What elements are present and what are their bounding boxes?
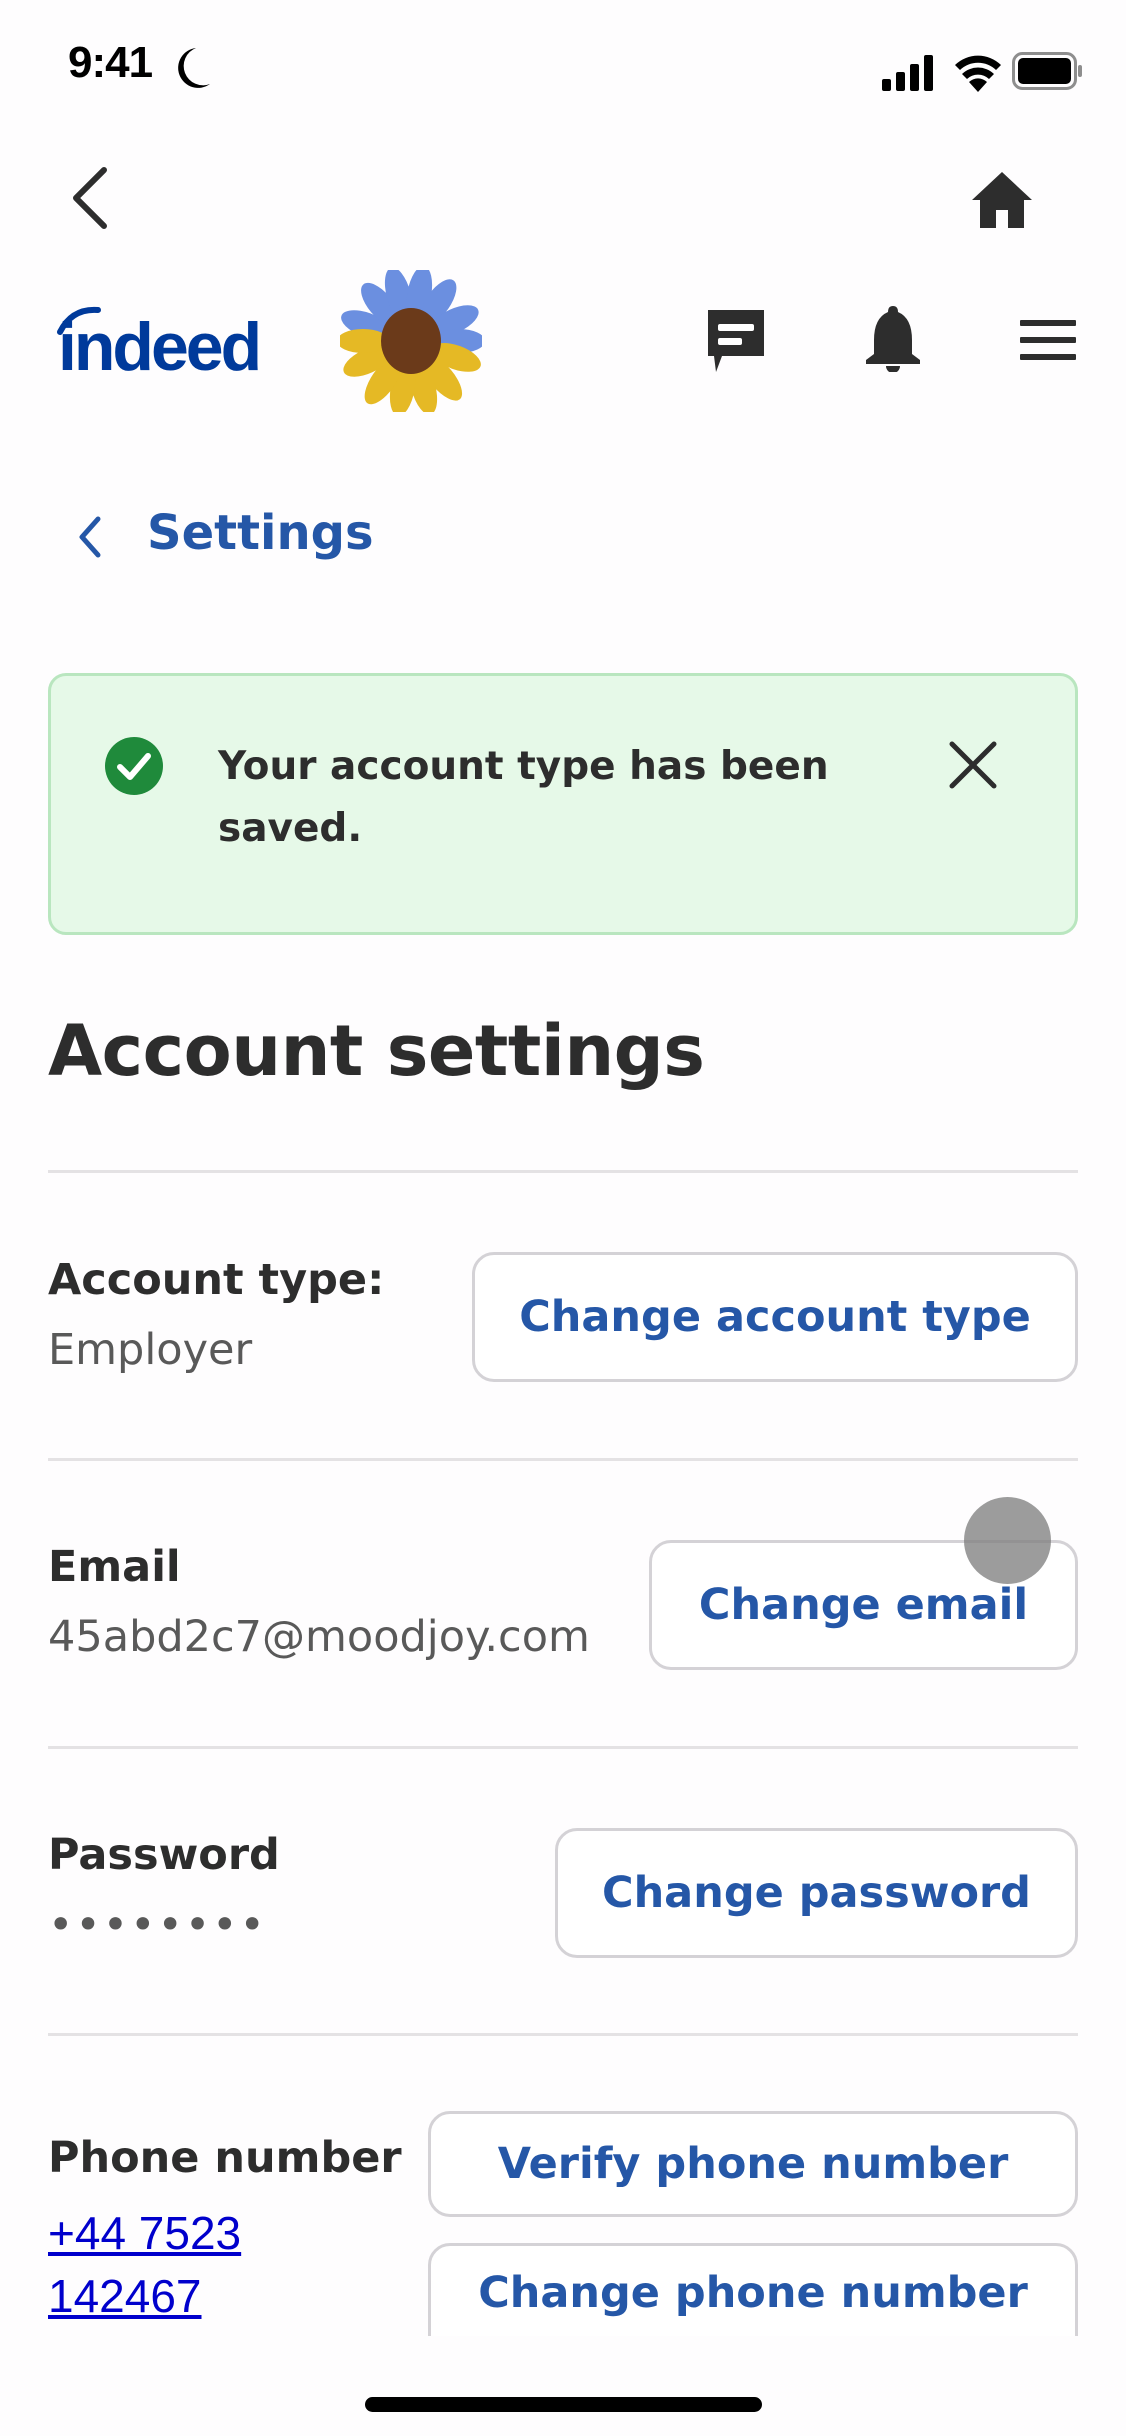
- battery-icon: [1012, 52, 1082, 90]
- home-icon[interactable]: [970, 172, 1034, 228]
- phone-line-1[interactable]: +44 7523: [48, 2207, 241, 2259]
- sunflower-logo: [340, 270, 482, 412]
- verify-phone-button[interactable]: Verify phone number: [428, 2111, 1078, 2217]
- account-type-label: Account type:: [48, 1255, 385, 1305]
- status-time: 9:41: [68, 38, 153, 87]
- cellular-signal-icon: [882, 55, 933, 91]
- menu-icon[interactable]: [1020, 320, 1076, 360]
- password-label: Password: [48, 1830, 280, 1880]
- change-account-type-button[interactable]: Change account type: [472, 1252, 1078, 1382]
- close-icon[interactable]: [948, 740, 998, 790]
- divider: [48, 2033, 1078, 2036]
- phone-label: Phone number: [48, 2133, 402, 2183]
- indeed-logo[interactable]: indeed: [54, 302, 294, 386]
- password-value: ••••••••: [48, 1900, 267, 1950]
- breadcrumb-chevron-left-icon[interactable]: [74, 515, 104, 559]
- breadcrumb-settings-link[interactable]: Settings: [147, 505, 374, 561]
- email-value: 45abd2c7@moodjoy.com: [48, 1612, 590, 1662]
- logo-text: indeed: [58, 309, 259, 382]
- phone-number-link[interactable]: +44 7523 142467: [48, 2206, 241, 2332]
- alert-message: Your account type has been saved.: [218, 744, 829, 851]
- messages-icon[interactable]: [706, 308, 768, 372]
- bell-icon[interactable]: [864, 304, 922, 372]
- check-circle-icon: [105, 737, 163, 795]
- wifi-icon: [955, 55, 1001, 92]
- touch-indicator: [964, 1497, 1051, 1584]
- change-password-button[interactable]: Change password: [555, 1828, 1078, 1958]
- back-button[interactable]: [66, 166, 114, 230]
- page-title: Account settings: [48, 1010, 705, 1092]
- phone-line-2[interactable]: 142467: [48, 2270, 202, 2322]
- account-type-value: Employer: [48, 1325, 253, 1375]
- divider: [48, 1458, 1078, 1461]
- home-indicator[interactable]: [365, 2397, 762, 2412]
- divider: [48, 1170, 1078, 1173]
- moon-icon: [178, 48, 210, 88]
- bottom-safe-area: [0, 2336, 1126, 2436]
- divider: [48, 1746, 1078, 1749]
- email-label: Email: [48, 1542, 181, 1592]
